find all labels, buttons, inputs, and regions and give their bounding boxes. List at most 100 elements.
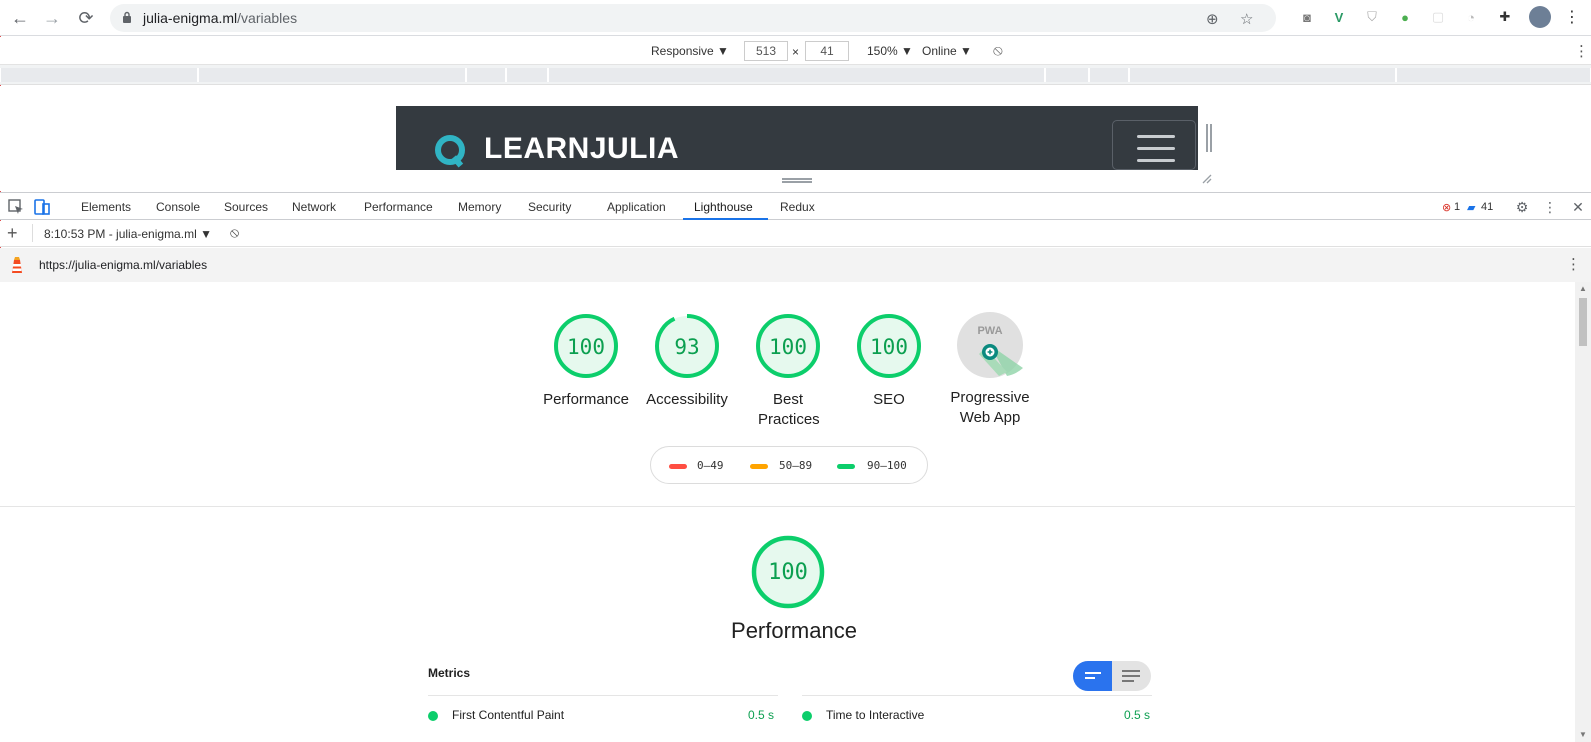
clear-reports-icon[interactable]: ⦸ — [230, 224, 239, 241]
device-menu-icon[interactable]: ⋮ — [1574, 42, 1589, 60]
gauge-pwa[interactable]: PWA Progressive Web App — [930, 310, 1050, 428]
scrollbar-thumb[interactable] — [1579, 298, 1587, 346]
profile-avatar[interactable] — [1529, 6, 1551, 28]
viewport-width-input[interactable]: 513 — [744, 41, 788, 61]
scroll-up-arrow[interactable]: ▲ — [1579, 284, 1587, 293]
hamburger-line — [1137, 159, 1175, 162]
tab-network[interactable]: Network — [292, 200, 336, 214]
media-query-segment[interactable] — [506, 68, 548, 82]
puzzle-extensions-icon[interactable]: ✚ — [1496, 8, 1514, 26]
clock-extension-icon[interactable]: ◔ — [1462, 8, 1480, 26]
inspect-element-icon[interactable] — [6, 197, 26, 217]
vue-devtools-icon[interactable]: V — [1330, 8, 1348, 26]
reload-icon[interactable]: ⟳ — [74, 6, 98, 30]
legend-pass-range: 90–100 — [867, 459, 907, 472]
tab-lighthouse[interactable]: Lighthouse — [694, 200, 753, 214]
report-menu-icon[interactable]: ⋮ — [1566, 255, 1581, 273]
tab-memory[interactable]: Memory — [458, 200, 501, 214]
url-host: julia-enigma.ml — [143, 10, 238, 26]
tab-security[interactable]: Security — [528, 200, 571, 214]
compact-view-button[interactable] — [1073, 661, 1112, 691]
device-toolbar: Responsive ▼ 513 × 41 150% ▼ Online ▼ ⦸ … — [0, 37, 1591, 65]
right-resize-handle[interactable] — [1206, 124, 1212, 152]
tab-elements[interactable]: Elements — [81, 200, 131, 214]
expanded-view-icon[interactable] — [1112, 661, 1151, 691]
gauge-label: Progressive Web App — [950, 389, 1030, 426]
device-toolbar-toggle-icon[interactable] — [32, 197, 52, 217]
message-icon[interactable]: ▰ — [1467, 201, 1475, 214]
metric-value: 0.5 s — [748, 708, 775, 722]
device-select[interactable]: Responsive ▼ — [651, 44, 729, 58]
rotate-icon[interactable]: ⦸ — [993, 42, 1003, 59]
tab-redux[interactable]: Redux — [780, 200, 815, 214]
browser-toolbar: ← → ⟳ julia-enigma.ml/variables ⊕ ☆ ◙ V … — [0, 0, 1591, 36]
address-bar[interactable]: julia-enigma.ml/variables ⊕ ☆ — [110, 4, 1276, 32]
pass-status-dot — [802, 711, 812, 721]
report-url[interactable]: https://julia-enigma.ml/variables — [39, 258, 207, 272]
section-divider — [0, 506, 1575, 507]
performance-section-gauge: 100 — [728, 534, 848, 610]
close-devtools-icon[interactable]: ✕ — [1568, 197, 1588, 217]
lighthouse-url-bar: https://julia-enigma.ml/variables ⋮ — [0, 248, 1591, 282]
camera-extension-icon[interactable]: ◙ — [1298, 8, 1316, 26]
media-query-segment[interactable] — [1045, 68, 1089, 82]
viewport-height-input[interactable]: 41 — [805, 41, 849, 61]
media-query-segment[interactable] — [1396, 68, 1591, 82]
pwa-badge-icon: PWA — [957, 312, 1023, 378]
tab-performance[interactable]: Performance — [364, 200, 433, 214]
new-report-plus-icon[interactable]: + — [7, 223, 18, 244]
media-query-segment[interactable] — [548, 68, 1045, 82]
message-count[interactable]: 41 — [1481, 201, 1493, 213]
devtools-menu-icon[interactable]: ⋮ — [1540, 197, 1560, 217]
settings-gear-icon[interactable]: ⚙ — [1512, 197, 1532, 217]
bottom-resize-handle[interactable] — [782, 178, 812, 183]
media-query-segment[interactable] — [1089, 68, 1129, 82]
hamburger-line — [1137, 147, 1175, 150]
media-query-segment[interactable] — [0, 68, 198, 82]
lock-icon — [123, 11, 131, 23]
gauge-score: 100 — [768, 560, 808, 585]
gauge-label: Best Practices — [758, 391, 820, 428]
report-scrollbar[interactable]: ▲ ▼ — [1575, 282, 1591, 742]
error-icon[interactable]: ⊗ — [1442, 201, 1451, 214]
metric-value: 0.5 s — [1124, 708, 1151, 722]
lighthouse-logo-icon — [12, 257, 22, 273]
legend-swatch-fail — [669, 464, 687, 469]
zoom-select[interactable]: 150% ▼ — [867, 44, 913, 58]
blank-extension-icon[interactable]: ▢ — [1429, 8, 1447, 26]
toolbar-divider — [32, 224, 33, 242]
tab-console[interactable]: Console — [156, 200, 200, 214]
pwa-badge-text: PWA — [977, 325, 1002, 337]
globe-extension-icon[interactable]: ● — [1396, 8, 1414, 26]
back-icon[interactable]: ← — [8, 6, 32, 30]
metric-label: Time to Interactive — [826, 708, 925, 722]
menu-kebab-icon[interactable]: ⋮ — [1563, 8, 1581, 26]
legend-swatch-pass — [837, 464, 855, 469]
metric-rule — [428, 695, 778, 696]
site-brand[interactable]: LEARNJULIA — [484, 132, 679, 166]
metric-label: First Contentful Paint — [452, 708, 565, 722]
forward-icon[interactable]: → — [40, 6, 64, 30]
tab-application[interactable]: Application — [607, 200, 666, 214]
error-count[interactable]: 1 — [1454, 201, 1460, 213]
metrics-header: Metrics — [428, 666, 471, 680]
legend-average-range: 50–89 — [779, 459, 813, 472]
media-query-segment[interactable] — [466, 68, 506, 82]
media-query-bar[interactable] — [0, 65, 1591, 85]
install-icon[interactable]: ⊕ — [1206, 10, 1219, 28]
hamburger-menu-button[interactable] — [1112, 120, 1196, 170]
media-query-segment[interactable] — [1129, 68, 1396, 82]
score-scale-legend: 0–49 50–89 90–100 — [650, 446, 928, 484]
scroll-down-arrow[interactable]: ▼ — [1579, 730, 1587, 739]
tab-sources[interactable]: Sources — [224, 200, 268, 214]
learnjulia-logo-icon — [435, 135, 465, 168]
metrics-view-toggle[interactable] — [1073, 661, 1151, 691]
bookmark-star-icon[interactable]: ☆ — [1240, 10, 1253, 28]
dimension-separator: × — [792, 45, 800, 59]
media-query-segment[interactable] — [198, 68, 466, 82]
shield-extension-icon[interactable]: ⛉ — [1363, 8, 1381, 26]
corner-resize-handle[interactable] — [1202, 174, 1212, 184]
report-selector[interactable]: 8:10:53 PM - julia-enigma.ml ▼ — [44, 227, 212, 241]
throttle-select[interactable]: Online ▼ — [922, 44, 972, 58]
active-tab-indicator — [683, 218, 768, 220]
